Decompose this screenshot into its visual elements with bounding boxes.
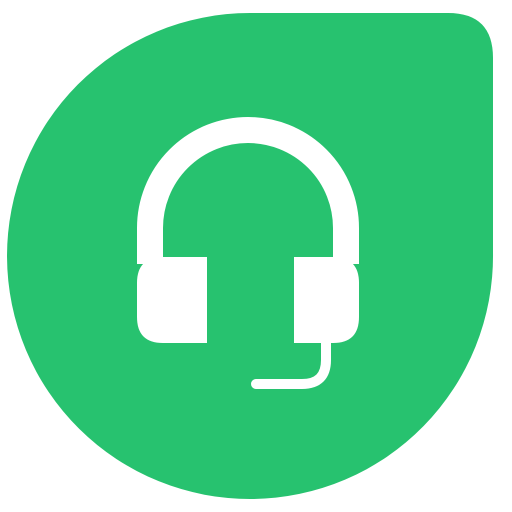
app-icon [0,0,512,512]
leaf-shape [7,13,494,499]
app-icon-svg [7,13,494,499]
left-ear-cup [137,257,207,343]
right-ear-cup [294,257,359,343]
